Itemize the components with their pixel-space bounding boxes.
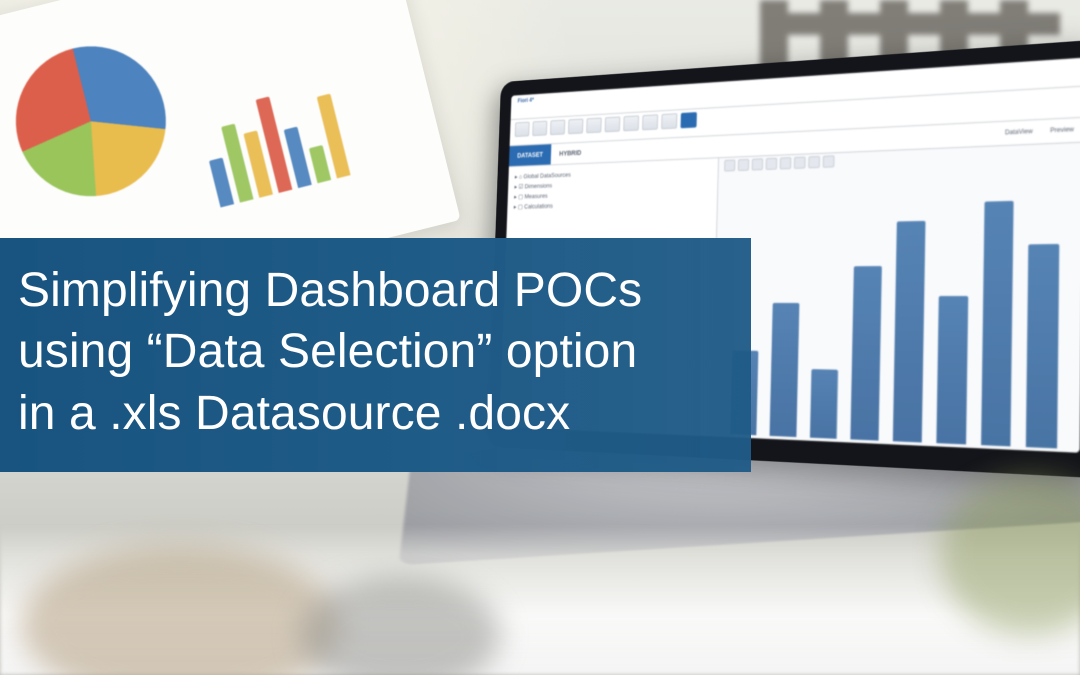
banner-line-2: using “Data Selection” option xyxy=(18,325,637,378)
tab-preview: Preview xyxy=(1041,118,1080,144)
tab-dataset: DATASET xyxy=(509,144,551,166)
pie-chart-icon xyxy=(0,30,182,212)
tab-hybrid: HYBRID xyxy=(551,142,590,164)
tab-dataview: DataView xyxy=(996,120,1041,145)
banner-line-3: in a .xls Datasource .docx xyxy=(18,387,570,440)
chart-canvas xyxy=(711,143,1080,453)
hero-image: Fiori 4* DATASET HYBRID DataView Preview… xyxy=(0,0,1080,675)
banner-title: Simplifying Dashboard POCs using “Data S… xyxy=(18,260,729,444)
title-banner: Simplifying Dashboard POCs using “Data S… xyxy=(0,238,751,472)
banner-line-1: Simplifying Dashboard POCs xyxy=(18,264,642,317)
bar-chart-icon xyxy=(192,50,386,208)
